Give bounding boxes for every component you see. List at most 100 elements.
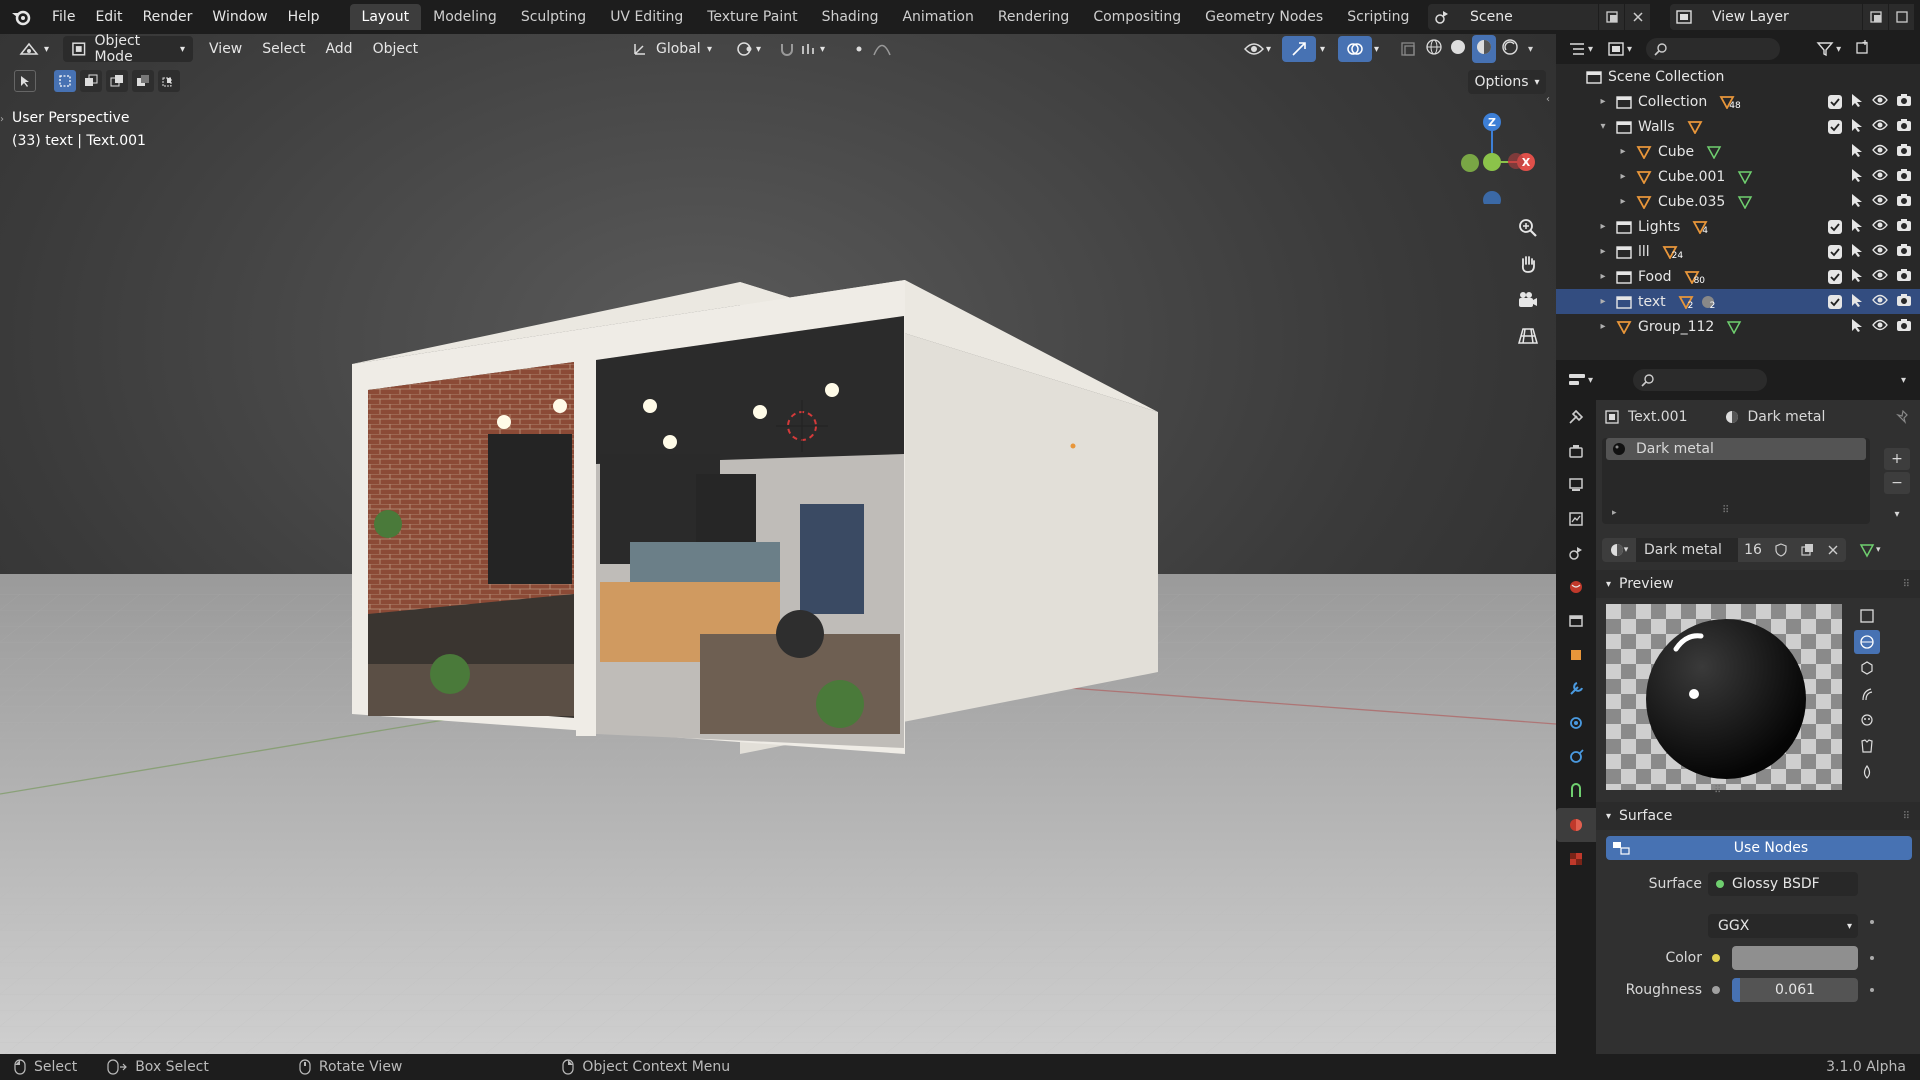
selectable-toggle-icon[interactable] (1850, 218, 1864, 236)
roughness-slider[interactable]: 0.061 (1732, 978, 1858, 1002)
outliner-row[interactable]: ▾ Walls (1556, 114, 1920, 139)
render-camera-icon[interactable] (1896, 268, 1912, 286)
material-tab-icon[interactable] (1556, 808, 1596, 842)
slot-expand-icon[interactable]: ▸ (1612, 508, 1617, 518)
tool-tab-icon[interactable] (1556, 400, 1596, 434)
selectable-toggle-icon[interactable] (1850, 193, 1864, 211)
outliner-row[interactable]: ▸ Collection 48 (1556, 89, 1920, 114)
exclude-checkbox[interactable] (1828, 94, 1842, 109)
menu-window[interactable]: Window (202, 0, 277, 34)
drag-handle-icon[interactable]: ⠿ (1903, 811, 1910, 822)
gizmo-toggle-icon[interactable] (1282, 36, 1316, 62)
material-name-field[interactable]: Dark metal (1636, 538, 1738, 562)
expand-arrow-icon[interactable]: ▸ (1616, 146, 1630, 157)
render-camera-icon[interactable] (1896, 93, 1912, 111)
workspace-tab-animation[interactable]: Animation (890, 4, 985, 30)
pan-hand-icon[interactable] (1514, 250, 1542, 278)
preview-cloth-icon[interactable] (1854, 734, 1880, 758)
resize-handle-icon[interactable]: ⠿ (1722, 505, 1729, 516)
selectable-toggle-icon[interactable] (1850, 318, 1864, 336)
eye-icon[interactable] (1872, 144, 1888, 160)
outliner-row[interactable]: ▸ Cube.035 (1556, 189, 1920, 214)
selectable-toggle-icon[interactable] (1850, 243, 1864, 261)
mode-difference-icon[interactable] (132, 70, 154, 92)
overlays-dropdown-icon[interactable]: ▾ (1366, 36, 1387, 62)
link-mode-icon[interactable]: ▾ (1858, 542, 1881, 558)
children-object-icon[interactable]: 80 (1684, 270, 1705, 286)
exclude-checkbox[interactable] (1828, 269, 1842, 284)
expand-arrow-icon[interactable]: ▸ (1596, 96, 1610, 107)
eye-icon[interactable] (1872, 169, 1888, 185)
expand-arrow-icon[interactable]: ▸ (1596, 321, 1610, 332)
expand-arrow-icon[interactable]: ▸ (1596, 296, 1610, 307)
output-tab-icon[interactable] (1556, 468, 1596, 502)
display-mode-icon[interactable]: ▾ (1607, 41, 1632, 57)
mode-set-icon[interactable] (54, 70, 76, 92)
use-nodes-button[interactable]: Use Nodes (1606, 836, 1912, 860)
object-tab-icon[interactable] (1556, 638, 1596, 672)
add-slot-button[interactable]: + (1884, 448, 1910, 470)
material-slot-item[interactable]: Dark metal (1606, 438, 1866, 460)
workspace-tab-compositing[interactable]: Compositing (1081, 4, 1193, 30)
proportional-editing-icon[interactable] (842, 36, 900, 62)
eye-icon[interactable] (1872, 94, 1888, 110)
selectable-toggle-icon[interactable] (1850, 118, 1864, 136)
workspace-tab-sculpting[interactable]: Sculpting (509, 4, 598, 30)
outliner-row[interactable]: ▸ Food 80 (1556, 264, 1920, 289)
pivot-point-icon[interactable]: ▾ (728, 36, 769, 62)
world-tab-icon[interactable] (1556, 570, 1596, 604)
filter-icon[interactable]: ▾ (1816, 41, 1841, 57)
eye-icon[interactable] (1872, 119, 1888, 135)
expand-arrow-icon[interactable]: ▸ (1596, 271, 1610, 282)
selectable-toggle-icon[interactable] (1850, 143, 1864, 161)
menu-file[interactable]: File (42, 0, 85, 34)
browse-material-icon[interactable]: ▾ (1602, 538, 1636, 562)
solid-shading-icon[interactable] (1448, 37, 1468, 61)
preview-flat-icon[interactable] (1854, 604, 1880, 628)
collapse-arrow-icon[interactable]: ▾ (1596, 121, 1610, 132)
surface-shader-field[interactable]: Glossy BSDF (1708, 872, 1858, 896)
delete-view-layer-icon[interactable] (1888, 4, 1914, 30)
particles-tab-icon[interactable] (1556, 706, 1596, 740)
expand-arrow-icon[interactable]: ▸ (1596, 221, 1610, 232)
3d-viewport[interactable]: ▾ Object Mode ▾ View Select Add Object G… (0, 34, 1556, 1054)
preview-cube-icon[interactable] (1854, 656, 1880, 680)
new-view-layer-icon[interactable] (1862, 4, 1888, 30)
scene-collection-row[interactable]: Scene Collection (1556, 64, 1920, 89)
mode-extend-icon[interactable] (80, 70, 102, 92)
preview-hair-icon[interactable] (1854, 682, 1880, 706)
workspace-tab-modeling[interactable]: Modeling (421, 4, 509, 30)
expand-arrow-icon[interactable]: ▸ (1596, 246, 1610, 257)
render-camera-icon[interactable] (1896, 143, 1912, 161)
shading-dropdown-icon[interactable]: ▾ (1528, 44, 1533, 55)
pin-icon[interactable] (1896, 410, 1910, 424)
mode-intersect-icon[interactable] (158, 70, 180, 92)
eye-icon[interactable] (1872, 194, 1888, 210)
properties-editor-type-icon[interactable]: ▾ (1568, 372, 1593, 388)
scene-selector[interactable]: Scene (1428, 4, 1650, 30)
collection-tab-icon[interactable] (1556, 604, 1596, 638)
editor-type-icon[interactable]: ▾ (10, 36, 57, 62)
workspace-tab-uv-editing[interactable]: UV Editing (598, 4, 695, 30)
options-dropdown[interactable]: Options ▾ (1468, 70, 1546, 94)
children-object-icon[interactable]: 4 (1692, 220, 1708, 236)
outliner-row[interactable]: ▸ Cube.001 (1556, 164, 1920, 189)
preview-resize-handle-icon[interactable]: ⠿ (1714, 785, 1721, 796)
outliner-row[interactable]: ▸ text 2 2 (1556, 289, 1920, 314)
mesh-data-icon[interactable] (1706, 145, 1722, 159)
mode-subtract-icon[interactable] (106, 70, 128, 92)
outliner-search-input[interactable] (1646, 38, 1781, 60)
exclude-checkbox[interactable] (1828, 294, 1842, 309)
roughness-keyframe-icon[interactable] (1870, 988, 1874, 992)
slot-specials-icon[interactable]: ▾ (1884, 504, 1910, 526)
duplicate-material-icon[interactable] (1794, 538, 1820, 562)
select-tool-icon[interactable] (14, 70, 36, 92)
properties-search-input[interactable] (1633, 369, 1768, 391)
object-data-tab-icon[interactable] (1556, 774, 1596, 808)
surface-panel-header[interactable]: ▾ Surface ⠿ (1596, 802, 1920, 830)
children-object-icon[interactable]: 24 (1662, 245, 1683, 261)
menu-select[interactable]: Select (252, 41, 315, 57)
exclude-checkbox[interactable] (1828, 119, 1842, 134)
new-scene-icon[interactable] (1598, 4, 1624, 30)
render-camera-icon[interactable] (1896, 243, 1912, 261)
